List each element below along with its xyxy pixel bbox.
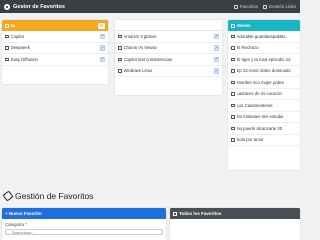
favorite-label: No puedo alcanzarte 20 — [236, 125, 283, 131]
category-field-label: Categoría * — [5, 222, 27, 227]
favorite-label: Hombre rico mujer pobre — [236, 79, 285, 85]
favorite-row[interactable]: El tigre y la rosa episodio 12 — [228, 54, 300, 66]
favorite-label: Adorable guardaespaldas — [236, 33, 286, 39]
brand[interactable]: Gestor de Favoritos — [4, 3, 65, 10]
external-link-icon — [118, 57, 122, 61]
nav-links: Favoritos Gestión Links — [234, 4, 296, 9]
nav-link-label: Favoritos — [239, 4, 259, 9]
external-link-icon — [231, 115, 235, 119]
nav-link-label: Gestión Links — [268, 4, 296, 9]
favorite-row[interactable]: Copilot test consistencias ↗ — [115, 54, 222, 66]
folder-icon — [231, 23, 235, 28]
open-button[interactable]: ↗ — [213, 56, 219, 62]
favorite-row[interactable]: No molestes mis estudio — [228, 112, 300, 123]
favorite-label: Easy Diffusion — [10, 56, 38, 62]
all-favorites-card: Todos los Favoritos — [170, 208, 300, 240]
favorite-row[interactable]: Chanin Vs Neuse ↗ — [115, 43, 222, 54]
link-icon — [2, 190, 14, 202]
gear-icon — [263, 4, 268, 9]
count-badge: 6 — [98, 22, 105, 29]
external-link-icon — [5, 57, 9, 61]
external-link-icon — [231, 57, 235, 61]
external-link-icon — [118, 69, 122, 73]
favorite-label: El Rechazo — [236, 45, 259, 51]
category-card-ia: Ia 6 Copilot ↗ Deepseek ↗ Easy Diffusion… — [2, 20, 108, 84]
favorite-label: Deepseek — [10, 45, 30, 51]
new-favorite-header: + Nuevo Favorito — [2, 208, 166, 219]
brand-label: Gestor de Favoritos — [13, 3, 65, 10]
external-link-icon — [231, 80, 235, 84]
external-link-icon — [231, 69, 235, 73]
all-favorites-title: Todos los Favoritos — [179, 211, 222, 216]
favorite-row[interactable]: El Rechazo — [228, 43, 300, 54]
external-link-icon — [118, 34, 122, 38]
favorite-row[interactable]: Hombre rico mujer pobre — [228, 77, 300, 89]
new-favorite-title: + Nuevo Favorito — [5, 211, 42, 216]
external-link-icon — [231, 34, 235, 38]
favorite-label: El tigre y la rosa episodio 12 — [236, 56, 291, 62]
favorite-row[interactable]: No puedo alcanzarte 20 — [228, 123, 300, 135]
favorite-row[interactable]: Solo por amor — [228, 135, 300, 146]
external-link-icon — [231, 138, 235, 142]
open-button[interactable]: ↗ — [99, 56, 105, 62]
favorite-row[interactable]: Amarrar 3 globos ↗ — [115, 31, 222, 43]
favorite-label: Lastaces de mi corazón — [236, 91, 282, 97]
favorite-row[interactable]: Windows Linux ↗ — [115, 66, 222, 77]
external-link-icon — [5, 46, 9, 50]
favorite-row[interactable]: Ep 12 Amor doleo dominado — [228, 66, 300, 77]
favorite-label: Solo por amor — [236, 137, 264, 143]
favorite-label: Copilot — [10, 33, 24, 39]
star-icon — [234, 4, 239, 9]
top-navbar: Gestor de Favoritos Favoritos Gestión Li… — [0, 0, 300, 13]
category-title: Series — [237, 23, 251, 28]
favorite-row[interactable]: Easy Diffusion ↗ — [2, 54, 108, 66]
open-button[interactable]: ↗ — [99, 45, 105, 51]
page-title-text: Gestión de Favoritos — [15, 191, 94, 201]
category-header-ia: Ia 6 — [2, 20, 108, 31]
target-icon — [4, 3, 10, 10]
nav-link-favoritos[interactable]: Favoritos — [234, 4, 258, 9]
category-header-misc — [115, 20, 222, 31]
favorite-row[interactable]: Los Casamenteros — [228, 100, 300, 112]
category-card-misc: Amarrar 3 globos ↗ Chanin Vs Neuse ↗ Cop… — [115, 20, 222, 95]
nav-link-gestion[interactable]: Gestión Links — [263, 4, 296, 9]
favorite-row[interactable]: Deepseek ↗ — [2, 43, 108, 54]
external-link-icon — [5, 34, 9, 38]
favorite-label: Ep 12 Amor doleo dominado — [236, 68, 291, 74]
all-favorites-header: Todos los Favoritos — [170, 208, 300, 219]
open-button[interactable]: ↗ — [213, 68, 219, 74]
external-link-icon — [231, 46, 235, 50]
favorite-label: No molestes mis estudio — [236, 114, 284, 120]
favorite-label: Windows Linux — [123, 68, 153, 74]
list-icon — [173, 211, 177, 216]
external-link-icon — [231, 103, 235, 107]
favorite-label: Copilot test consistencias — [123, 56, 172, 62]
open-button[interactable]: ↗ — [213, 33, 219, 39]
folder-icon — [5, 23, 9, 28]
open-button[interactable]: ↗ — [99, 33, 105, 39]
open-button[interactable]: ↗ — [213, 45, 219, 51]
favorite-label: Amarrar 3 globos — [123, 33, 157, 39]
category-select[interactable]: -- Selecciona -- — [5, 229, 163, 235]
favorite-label: Chanin Vs Neuse — [123, 45, 157, 51]
category-card-series: Series Adorable guardaespaldas El Rechaz… — [228, 20, 300, 170]
category-header-series: Series — [228, 20, 300, 31]
favorite-row[interactable]: Copilot ↗ — [2, 31, 108, 43]
page-title: Gestión de Favoritos — [2, 190, 94, 202]
favorite-label: Los Casamenteros — [236, 102, 273, 108]
favorite-row[interactable]: Lastaces de mi corazón — [228, 89, 300, 100]
category-title: Ia — [11, 23, 15, 28]
new-favorite-card: + Nuevo Favorito Categoría * -- Seleccio… — [2, 208, 166, 240]
external-link-icon — [231, 92, 235, 96]
external-link-icon — [118, 46, 122, 50]
favorite-row[interactable]: Adorable guardaespaldas — [228, 31, 300, 43]
external-link-icon — [231, 126, 235, 130]
